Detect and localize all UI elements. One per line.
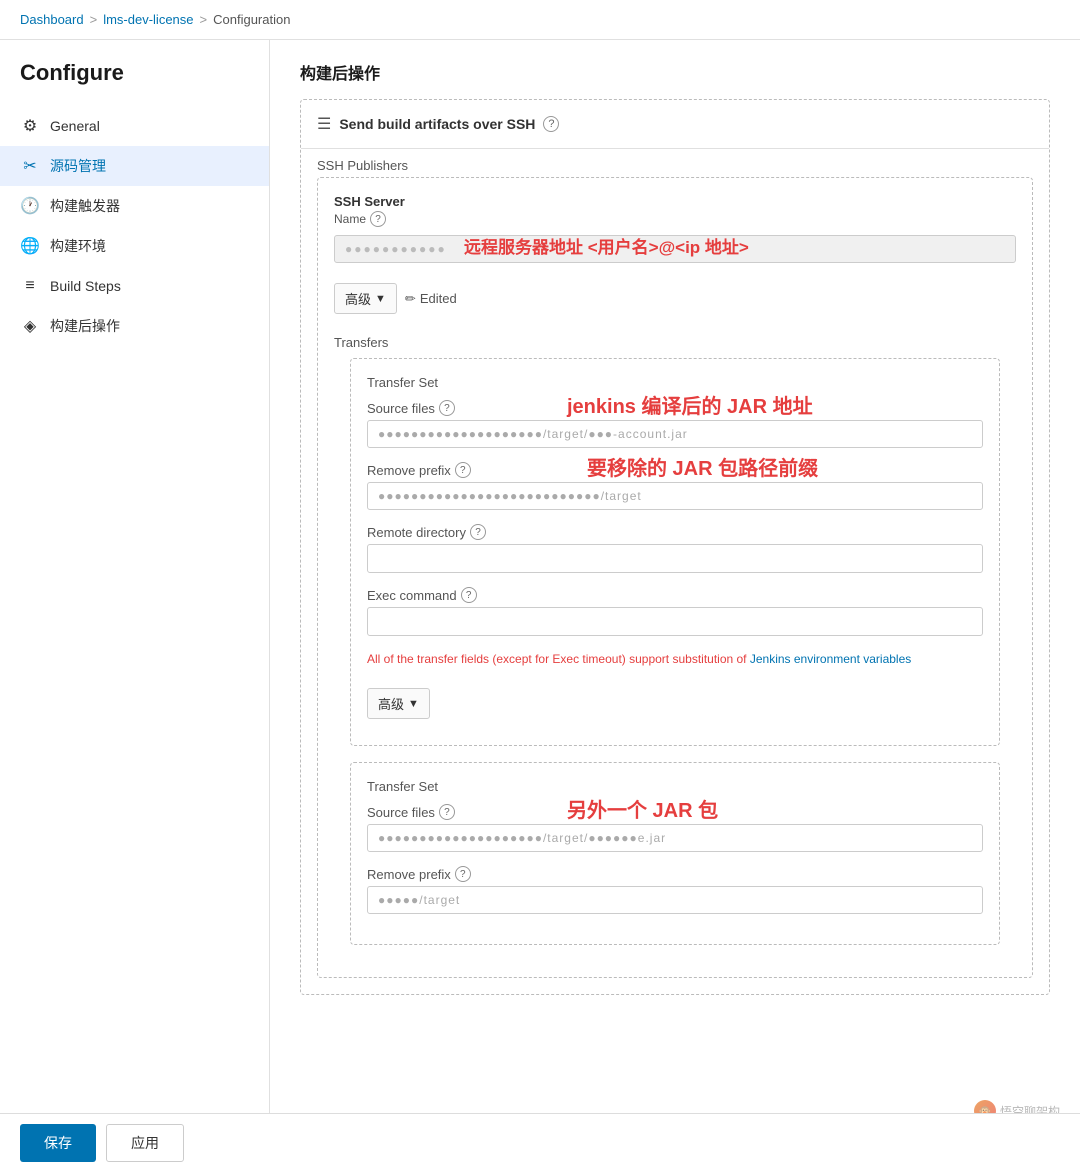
source-files-input-2[interactable] — [367, 824, 983, 852]
exec-cmd-input-1[interactable] — [367, 607, 983, 636]
source-files-field-1: Source files ? jenkins 编译后的 JAR 地址 — [367, 400, 983, 448]
transfer-info-text-1: All of the transfer fields (except for E… — [367, 650, 983, 668]
sidebar: Configure ⚙ General ✂ 源码管理 🕐 构建触发器 🌐 构建环… — [0, 40, 270, 1172]
breadcrumb-lms[interactable]: lms-dev-license — [103, 12, 193, 27]
main-layout: Configure ⚙ General ✂ 源码管理 🕐 构建触发器 🌐 构建环… — [0, 40, 1080, 1172]
transfer-set-1-label: Transfer Set — [367, 375, 983, 390]
breadcrumb-sep-1: > — [90, 12, 98, 27]
advanced-label-top: 高级 — [345, 289, 371, 308]
transfer-set-1: Transfer Set Source files ? jenkins 编译后的… — [350, 358, 1000, 746]
diamond-icon: ◈ — [20, 316, 40, 336]
remove-prefix-help-1[interactable]: ? — [455, 462, 471, 478]
remove-prefix-field-2: Remove prefix ? — [367, 866, 983, 914]
bottom-spacer — [334, 961, 1016, 977]
breadcrumb-dashboard[interactable]: Dashboard — [20, 12, 84, 27]
advanced-button-top[interactable]: 高级 ▼ — [334, 283, 397, 314]
ssh-publishers-label: SSH Publishers — [301, 149, 1049, 177]
remove-prefix-label-1: Remove prefix ? — [367, 462, 983, 478]
remote-dir-field-1: Remote directory ? — [367, 524, 983, 573]
card-header-title: Send build artifacts over SSH — [339, 116, 535, 132]
ssh-server-label: SSH Server — [334, 194, 1016, 209]
sidebar-item-post-build-label: 构建后操作 — [50, 316, 120, 336]
server-input-wrapper: 远程服务器地址 <用户名>@<ip 地址> — [334, 235, 1016, 263]
transfer-set-2-label: Transfer Set — [367, 779, 983, 794]
sidebar-item-build-steps-label: Build Steps — [50, 278, 121, 294]
jenkins-env-vars-link[interactable]: Jenkins environment variables — [750, 652, 911, 666]
remote-dir-help-1[interactable]: ? — [470, 524, 486, 540]
sidebar-item-general-label: General — [50, 118, 100, 134]
sidebar-item-env-label: 构建环境 — [50, 236, 106, 256]
edited-badge: ✏ Edited — [405, 291, 457, 307]
globe-icon: 🌐 — [20, 236, 40, 256]
chevron-down-icon-transfer-1: ▼ — [408, 698, 419, 710]
clock-icon: 🕐 — [20, 196, 40, 216]
ssh-card: ☰ Send build artifacts over SSH ? SSH Pu… — [300, 99, 1050, 995]
remove-prefix-input-1[interactable] — [367, 482, 983, 510]
list-icon: ≡ — [20, 276, 40, 296]
name-help-button[interactable]: ? — [370, 211, 386, 227]
remote-dir-label-1: Remote directory ? — [367, 524, 983, 540]
footer-spacer — [300, 1015, 1050, 1075]
exec-cmd-help-1[interactable]: ? — [461, 587, 477, 603]
card-header: ☰ Send build artifacts over SSH ? — [301, 100, 1049, 149]
source-files-label-1: Source files ? — [367, 400, 983, 416]
card-bottom-spacer — [301, 978, 1049, 994]
source-files-input-wrapper-2: 另外一个 JAR 包 — [367, 824, 983, 852]
sidebar-item-env[interactable]: 🌐 构建环境 — [0, 226, 269, 266]
transfer-set-2: Transfer Set Source files ? 另外一个 JAR 包 — [350, 762, 1000, 945]
ssh-server-sublabel: Name ? — [334, 211, 1016, 227]
remove-prefix-help-2[interactable]: ? — [455, 866, 471, 882]
source-files-input-1[interactable] — [367, 420, 983, 448]
source-files-label-2: Source files ? — [367, 804, 983, 820]
sidebar-item-triggers-label: 构建触发器 — [50, 196, 120, 216]
advanced-label-transfer-1: 高级 — [378, 694, 404, 713]
sidebar-item-build-steps[interactable]: ≡ Build Steps — [0, 266, 269, 306]
source-files-help-1[interactable]: ? — [439, 400, 455, 416]
exec-cmd-field-1: Exec command ? — [367, 587, 983, 636]
source-files-field-2: Source files ? 另外一个 JAR 包 — [367, 804, 983, 852]
save-button[interactable]: 保存 — [20, 1124, 96, 1162]
sidebar-item-source-label: 源码管理 — [50, 156, 106, 176]
apply-button[interactable]: 应用 — [106, 1124, 184, 1162]
remove-prefix-label-2: Remove prefix ? — [367, 866, 983, 882]
remove-prefix-input-2[interactable] — [367, 886, 983, 914]
source-files-input-wrapper-1: jenkins 编译后的 JAR 地址 — [367, 420, 983, 448]
breadcrumb: Dashboard > lms-dev-license > Configurat… — [0, 0, 1080, 40]
sidebar-item-post-build[interactable]: ◈ 构建后操作 — [0, 306, 269, 346]
transfers-label: Transfers — [334, 334, 1016, 350]
breadcrumb-sep-2: > — [200, 12, 208, 27]
remove-prefix-input-wrapper-1: 要移除的 JAR 包路径前缀 — [367, 482, 983, 510]
content-area: 构建后操作 ☰ Send build artifacts over SSH ? … — [270, 40, 1080, 1172]
advanced-row-transfer-1: 高级 ▼ — [367, 678, 983, 729]
server-annotation: 远程服务器地址 <用户名>@<ip 地址> — [464, 233, 749, 258]
advanced-edited-row: 高级 ▼ ✏ Edited — [334, 273, 1016, 324]
section-title: 构建后操作 — [300, 60, 1050, 84]
footer-bar: 保存 应用 — [0, 1113, 1080, 1172]
chevron-down-icon-top: ▼ — [375, 293, 386, 305]
edited-text: Edited — [420, 291, 457, 306]
hamburger-icon: ☰ — [317, 114, 331, 134]
advanced-button-transfer-1[interactable]: 高级 ▼ — [367, 688, 430, 719]
source-files-help-2[interactable]: ? — [439, 804, 455, 820]
edit-pencil-icon: ✏ — [405, 291, 416, 307]
ssh-server-block: SSH Server Name ? 远程服务器地址 <用户名>@<ip 地址> … — [317, 177, 1033, 978]
source-icon: ✂ — [20, 156, 40, 176]
remote-dir-input-1[interactable] — [367, 544, 983, 573]
sidebar-title: Configure — [0, 60, 269, 106]
exec-cmd-label-1: Exec command ? — [367, 587, 983, 603]
sidebar-item-triggers[interactable]: 🕐 构建触发器 — [0, 186, 269, 226]
breadcrumb-current: Configuration — [213, 12, 290, 27]
header-help-button[interactable]: ? — [543, 116, 559, 132]
gear-icon: ⚙ — [20, 116, 40, 136]
sidebar-item-general[interactable]: ⚙ General — [0, 106, 269, 146]
remove-prefix-field-1: Remove prefix ? 要移除的 JAR 包路径前缀 — [367, 462, 983, 510]
sidebar-item-source[interactable]: ✂ 源码管理 — [0, 146, 269, 186]
